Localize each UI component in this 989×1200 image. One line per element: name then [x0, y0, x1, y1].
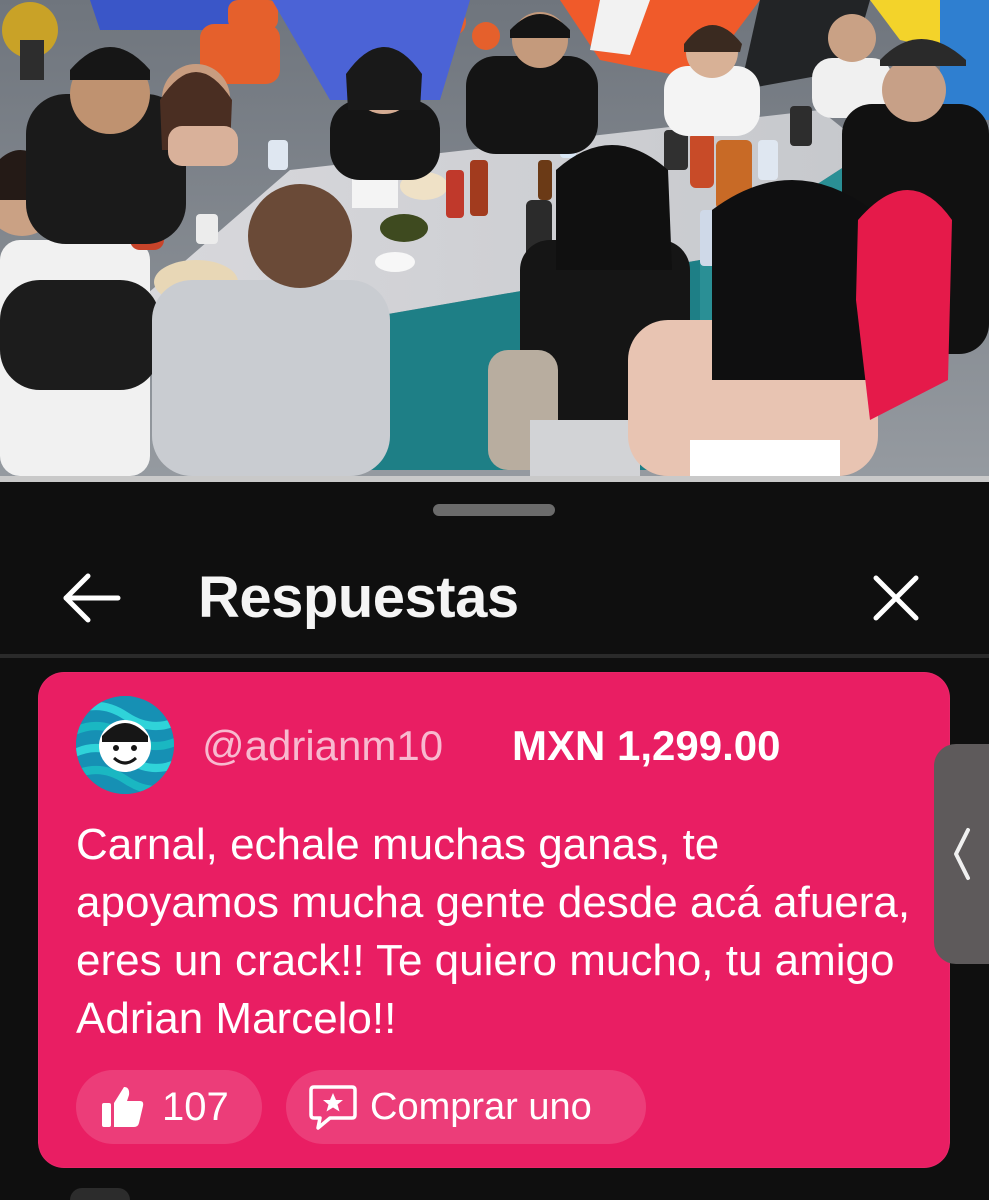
- like-button[interactable]: 107: [76, 1070, 262, 1144]
- chevron-left-icon: [954, 828, 970, 880]
- author-handle[interactable]: @adrianm10: [202, 720, 443, 772]
- donation-amount: MXN 1,299.00: [512, 722, 781, 769]
- arrow-left-icon: [63, 573, 121, 623]
- sheet-title: Respuestas: [198, 565, 519, 630]
- super-chat-message: Carnal, echale muchas ganas, te apoyamos…: [76, 820, 911, 1043]
- super-chat-star-icon: [309, 1085, 357, 1130]
- edge-panel-tab[interactable]: [934, 744, 989, 964]
- thumbs-up-icon: [102, 1087, 144, 1127]
- sheet-header: Respuestas: [0, 542, 989, 642]
- back-button[interactable]: [54, 560, 130, 636]
- header-divider: [0, 654, 989, 658]
- buy-one-label: Comprar uno: [370, 1086, 592, 1128]
- close-button[interactable]: [858, 560, 934, 636]
- replies-sheet: Respuestas @adrianm10 MXN 1,299.00 Carna…: [0, 482, 989, 1200]
- video-player[interactable]: [0, 0, 989, 476]
- buy-one-button[interactable]: Comprar uno: [286, 1070, 646, 1144]
- drag-handle[interactable]: [433, 504, 555, 516]
- next-item-peek: [70, 1188, 130, 1200]
- video-frame-scene: [0, 0, 989, 476]
- avatar[interactable]: [76, 696, 174, 794]
- avatar-image: [76, 696, 174, 794]
- like-count: 107: [162, 1085, 229, 1129]
- super-chat-card: @adrianm10 MXN 1,299.00 Carnal, echale m…: [38, 672, 950, 1168]
- close-x-icon: [873, 575, 919, 621]
